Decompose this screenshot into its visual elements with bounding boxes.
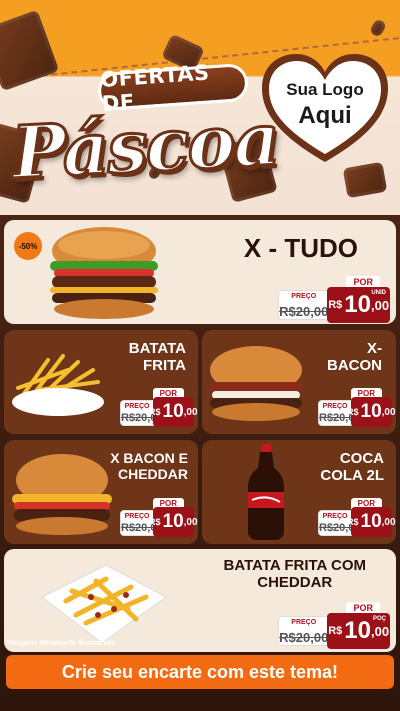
bottom-product-card[interactable]: BATATA FRITA COM CHEDDAR POR PREÇO R$20,… xyxy=(4,549,396,652)
currency: R$ xyxy=(328,625,343,637)
currency: R$ xyxy=(149,407,161,417)
new-price-box: R$ 10 ,00 xyxy=(149,397,198,427)
bottom-price-box: POR PREÇO R$20,00 R$ 10 ,00 POÇ xyxy=(278,602,390,649)
new-price-box: R$ 10 ,00 UNID xyxy=(327,287,390,323)
price: 10 xyxy=(344,291,371,318)
title-block: OFERTAS DE Páscoa xyxy=(6,48,281,198)
price: 10 xyxy=(162,511,184,532)
product-name: X BACON E CHEDDAR xyxy=(110,450,188,483)
currency: R$ xyxy=(149,517,161,527)
logo-line2: Aqui xyxy=(298,102,352,129)
currency: R$ xyxy=(328,299,343,311)
old-price: R$20,00 xyxy=(279,304,329,319)
unit-label: UNID xyxy=(371,290,386,296)
price-label: PREÇO xyxy=(291,619,317,626)
currency: R$ xyxy=(347,407,359,417)
cta-text: Crie seu encarte com este tema! xyxy=(61,661,339,682)
cta-banner[interactable]: Crie seu encarte com este tema! xyxy=(6,655,394,689)
discount-badge: -50% xyxy=(14,232,42,260)
cents: ,00 xyxy=(370,623,390,639)
logo-line1: Sua Logo xyxy=(286,80,364,99)
product-card[interactable]: X- BACON POR PREÇO R$20,00 R$ 10 ,00 xyxy=(202,330,396,434)
price-label: PREÇO xyxy=(291,293,317,300)
price-box: POR PREÇO R$20,00 R$ 10 ,00 xyxy=(318,498,396,537)
product-card[interactable]: COCA COLA 2L POR PREÇO R$20,00 R$ 10 ,00 xyxy=(202,440,396,544)
old-price: R$20,00 xyxy=(279,630,329,645)
price-box: POR PREÇO R$20,00 R$ 10 ,00 xyxy=(120,388,198,427)
cheddar-fries-image xyxy=(41,564,167,644)
price-box: POR PREÇO R$20,00 R$ 10 ,00 xyxy=(318,388,396,427)
featured-card[interactable]: -50% X - TUDO POR PREÇO R$20,00 R$ 10 ,0… xyxy=(4,220,396,324)
cents: ,00 xyxy=(381,516,396,528)
price-box: POR PREÇO R$20,00 R$ 10 ,00 xyxy=(120,498,198,537)
burger-image xyxy=(50,227,158,319)
old-price-box: PREÇO R$20,00 xyxy=(278,290,330,320)
product-name: X- BACON xyxy=(327,340,382,375)
burger-image xyxy=(12,454,112,535)
currency: R$ xyxy=(347,517,359,527)
new-price-box: R$ 10 ,00 POÇ xyxy=(327,613,390,649)
product-card[interactable]: BATATA FRITA POR PREÇO R$20,00 R$ 10 ,00 xyxy=(4,330,198,434)
old-price-box: PREÇO R$20,00 xyxy=(278,616,330,646)
fries-image xyxy=(12,354,104,416)
featured-price-box: POR PREÇO R$20,00 R$ 10 ,00 UNID xyxy=(278,276,390,323)
cents: ,00 xyxy=(183,516,198,528)
disclaimer: *Imagens Meramente Ilustrativas xyxy=(6,640,115,647)
cents: ,00 xyxy=(370,297,390,313)
price: 10 xyxy=(360,401,382,422)
new-price-box: R$ 10 ,00 xyxy=(347,397,396,427)
price: 10 xyxy=(360,511,382,532)
cents: ,00 xyxy=(183,406,198,418)
cents: ,00 xyxy=(381,406,396,418)
product-name: BATATA FRITA xyxy=(128,340,186,375)
featured-name: X - TUDO xyxy=(243,233,358,263)
new-price-box: R$ 10 ,00 xyxy=(149,507,198,537)
price: 10 xyxy=(162,401,184,422)
header-banner: OFERTAS DE Páscoa Sua Logo Aqui xyxy=(0,0,400,215)
logo-placeholder: Sua Logo Aqui xyxy=(258,50,392,168)
product-card[interactable]: X BACON E CHEDDAR POR PREÇO R$20,00 R$ 1… xyxy=(4,440,198,544)
title-main: Páscoa xyxy=(8,95,281,197)
burger-image xyxy=(210,346,302,421)
price: 10 xyxy=(344,617,371,644)
bottom-product-name: BATATA FRITA COM CHEDDAR xyxy=(223,557,366,592)
product-name: COCA COLA 2L xyxy=(320,450,384,485)
soda-bottle-image xyxy=(248,444,284,540)
unit-label: POÇ xyxy=(372,616,386,622)
new-price-box: R$ 10 ,00 xyxy=(347,507,396,537)
